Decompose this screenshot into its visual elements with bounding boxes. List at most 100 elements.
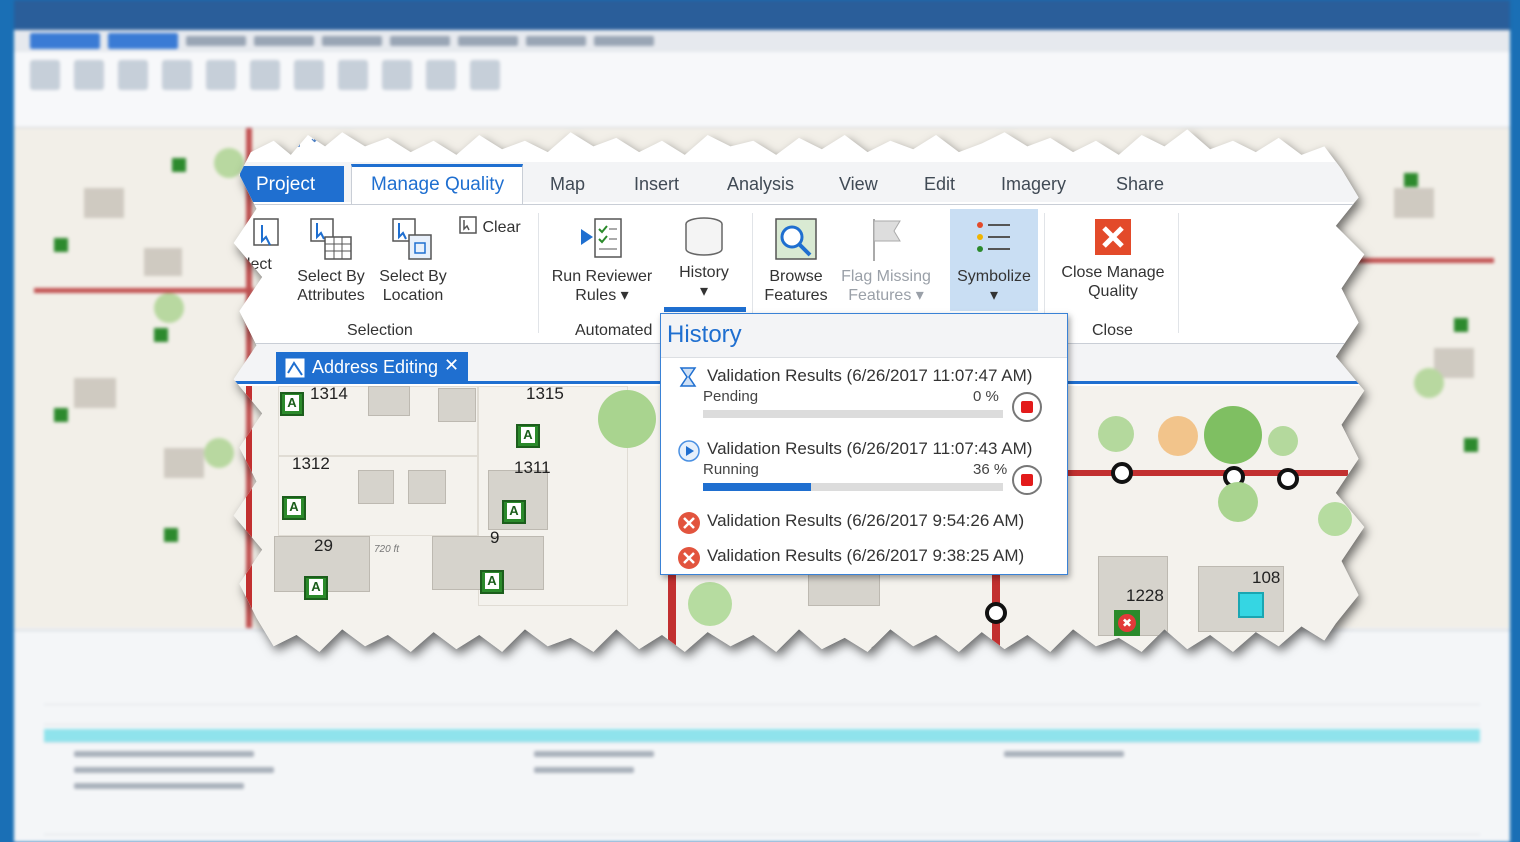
play-icon <box>678 440 700 462</box>
select-by-attributes-button[interactable]: Select By Attributes <box>290 215 372 305</box>
network-node <box>1111 462 1133 484</box>
tab-share[interactable]: Share <box>1116 174 1164 195</box>
group-label-automated: Automated <box>575 322 653 339</box>
tab-address-editing[interactable]: Address Editing ✕ <box>276 352 468 384</box>
history-item-title: Validation Results (6/26/2017 11:07:43 A… <box>707 439 1033 458</box>
close-icon[interactable]: ✕ <box>444 355 459 376</box>
address-point[interactable] <box>502 500 526 524</box>
tree <box>598 390 656 448</box>
browse-features-icon <box>775 218 817 260</box>
stop-button[interactable] <box>1012 392 1042 422</box>
chevron-down-icon: ▾ <box>699 283 709 300</box>
tree <box>1098 416 1134 452</box>
error-icon <box>678 547 700 569</box>
clear-button[interactable]: Clear <box>458 215 538 237</box>
background-tabs <box>14 30 1510 52</box>
address-point[interactable] <box>280 392 304 416</box>
address-point[interactable] <box>282 496 306 520</box>
run-reviewer-rules-label: Run Reviewer Rules <box>551 268 653 304</box>
symbolize-label: Symbolize <box>957 268 1031 285</box>
building <box>358 470 394 504</box>
browse-features-button[interactable]: Browse Features <box>758 215 834 305</box>
history-title: History <box>667 321 742 348</box>
tree <box>1204 406 1262 464</box>
address-point[interactable] <box>480 570 504 594</box>
map-label: 1225 <box>870 642 908 661</box>
location-select-icon <box>392 218 432 260</box>
select-label: elect <box>238 256 272 273</box>
background-titlebar <box>14 0 1510 30</box>
group-separator <box>1178 213 1179 333</box>
tab-project[interactable]: Project <box>240 166 344 202</box>
map-label: 108 <box>1252 568 1281 587</box>
map-label: 9 <box>490 528 500 547</box>
hourglass-icon <box>679 367 697 387</box>
map-label: 1312 <box>292 454 330 473</box>
address-point[interactable] <box>304 576 328 600</box>
building <box>408 470 446 504</box>
close-manage-quality-button[interactable]: Close Manage Quality <box>1054 215 1172 301</box>
select-button[interactable]: elect <box>238 215 290 274</box>
road <box>1048 470 1348 476</box>
table-select-icon <box>310 218 352 260</box>
map-view-icon <box>285 358 305 378</box>
stop-button[interactable] <box>1012 465 1042 495</box>
select-by-attributes-label: Select By Attributes <box>297 268 365 304</box>
save-icon[interactable]: ▣ <box>288 132 301 149</box>
tab-analysis[interactable]: Analysis <box>727 174 794 195</box>
history-button[interactable]: History ▾ <box>664 215 744 301</box>
select-by-location-label: Select By Location <box>379 268 447 304</box>
clear-label: Clear <box>482 219 521 236</box>
symbolize-button[interactable]: Symbolize ▾ <box>950 215 1038 305</box>
group-separator <box>538 213 539 333</box>
address-editing-label: Address Editing <box>312 357 439 377</box>
tab-edit[interactable]: Edit <box>924 174 955 195</box>
address-point[interactable] <box>516 424 540 448</box>
tab-imagery[interactable]: Imagery <box>1001 174 1066 195</box>
network-node <box>985 602 1007 624</box>
building <box>368 386 410 416</box>
flag-icon <box>873 219 901 261</box>
undo-icon[interactable]: ↶ <box>311 132 323 149</box>
tab-map[interactable]: Map <box>550 174 585 195</box>
background-ribbon <box>14 52 1510 128</box>
history-item-title: Validation Results (6/26/2017 9:38:25 AM… <box>707 546 1025 565</box>
tree <box>688 582 732 626</box>
map-label: 1315 <box>526 386 564 403</box>
history-item-title: Validation Results (6/26/2017 11:07:47 A… <box>707 366 1033 385</box>
map-label: 1311 <box>514 458 551 477</box>
tree <box>1158 416 1198 456</box>
group-label-selection: Selection <box>347 322 413 339</box>
tab-insert[interactable]: Insert <box>634 174 679 195</box>
history-item-percent: 36 % <box>973 461 1008 478</box>
close-icon <box>1095 219 1131 255</box>
tab-view[interactable]: View <box>839 174 878 195</box>
history-panel: History Validation Results (6/26/2017 11… <box>660 313 1068 575</box>
progress-bar <box>703 410 1003 418</box>
building <box>438 388 476 422</box>
history-item-percent: 0 % <box>973 388 999 405</box>
tab-manage-quality[interactable]: Manage Quality <box>351 164 523 204</box>
selected-address-point[interactable] <box>1238 592 1264 618</box>
quick-access-toolbar: ▣ ↶ <box>288 132 323 149</box>
history-item-title: Validation Results (6/26/2017 9:54:26 AM… <box>707 511 1025 530</box>
network-node <box>1277 468 1299 490</box>
tree <box>1318 502 1352 536</box>
error-icon: ✖ <box>1118 614 1136 632</box>
run-reviewer-rules-button[interactable]: Run Reviewer Rules ▾ <box>546 215 658 305</box>
reviewer-rules-icon <box>581 218 622 258</box>
close-manage-quality-label: Close Manage Quality <box>1061 264 1165 300</box>
history-label: History <box>679 264 729 281</box>
error-address-point[interactable]: ✖ <box>1114 610 1140 636</box>
chevron-down-icon: ▾ <box>915 287 924 304</box>
flag-missing-features-button[interactable]: Flag Missing Features ▾ <box>834 215 938 305</box>
select-by-location-button[interactable]: Select By Location <box>372 215 454 305</box>
chevron-down-icon: ▾ <box>620 287 629 304</box>
progress-bar <box>703 483 1003 491</box>
clear-selection-icon <box>459 216 477 234</box>
history-active-indicator <box>664 307 746 312</box>
map-label: 29 <box>314 536 333 555</box>
history-item-status: Pending <box>703 388 759 405</box>
database-icon <box>685 217 723 256</box>
browse-features-label: Browse Features <box>764 268 828 304</box>
